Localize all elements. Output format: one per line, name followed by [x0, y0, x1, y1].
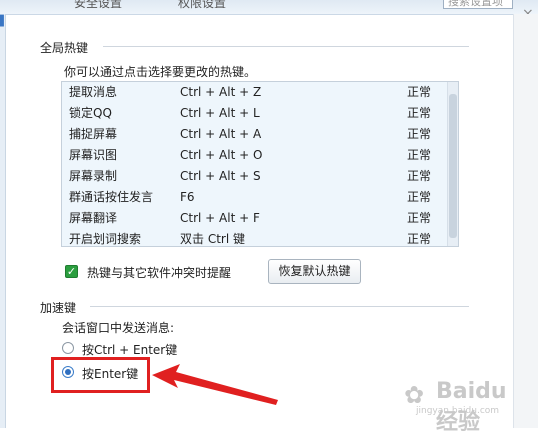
hotkey-key: 双击 Ctrl 键	[180, 232, 245, 246]
tab-security[interactable]: 安全设置	[74, 0, 122, 11]
table-row[interactable]: 锁定QQ Ctrl + Alt + L 正常	[62, 103, 448, 124]
right-panel-edge	[513, 14, 538, 428]
nav-edge-icon: ▌	[0, 16, 8, 27]
conflict-reminder-checkbox[interactable]: ✓	[65, 265, 78, 278]
hotkey-key: Ctrl + Alt + O	[180, 148, 263, 162]
watermark-subtext: jingyan.baidu.com	[416, 406, 500, 416]
table-row[interactable]: 捕捉屏幕 Ctrl + Alt + A 正常	[62, 124, 448, 145]
highlight-box	[51, 357, 150, 393]
paw-icon: ✿	[404, 381, 425, 409]
top-tab-strip: 安全设置 权限设置 搜索设置项	[0, 0, 538, 15]
scrollbar-thumb[interactable]	[449, 94, 457, 238]
hotkey-hint: 你可以通过点击选择要更改的热键。	[64, 65, 257, 79]
hotkey-name: 屏幕录制	[69, 169, 118, 183]
hotkey-name: 群通话按住发言	[69, 190, 154, 204]
hotkey-key: Ctrl + Alt + F	[180, 211, 260, 225]
tab-permissions[interactable]: 权限设置	[178, 0, 226, 11]
hotkey-status: 正常	[407, 211, 432, 225]
baidu-watermark: ✿ Baidu经验 jingyan.baidu.com	[404, 379, 514, 435]
list-scrollbar[interactable]	[447, 82, 458, 246]
settings-search-input[interactable]: 搜索设置项	[443, 0, 513, 9]
section-title-global-hotkeys: 全局热键	[40, 41, 89, 55]
conflict-reminder-label[interactable]: 热键与其它软件冲突时提醒	[87, 264, 231, 281]
hotkey-key: Ctrl + Alt + A	[180, 127, 262, 141]
hotkey-status: 正常	[407, 148, 432, 162]
hotkey-key: Ctrl + Alt + S	[180, 169, 261, 183]
hotkey-status: 正常	[407, 127, 432, 141]
table-row[interactable]: 屏幕录制 Ctrl + Alt + S 正常	[62, 166, 448, 187]
hotkey-name: 开启划词搜索	[69, 232, 142, 246]
send-message-hint: 会话窗口中发送消息:	[62, 321, 175, 335]
hotkey-name: 锁定QQ	[69, 106, 112, 120]
hotkey-status: 正常	[407, 169, 432, 183]
table-row[interactable]: 屏幕识图 Ctrl + Alt + O 正常	[62, 145, 448, 166]
hotkey-name: 提取消息	[69, 85, 118, 99]
hotkey-key: Ctrl + Alt + L	[180, 106, 260, 120]
table-row[interactable]: 群通话按住发言 F6 正常	[62, 187, 448, 208]
table-row[interactable]: 屏幕翻译 Ctrl + Alt + F 正常	[62, 208, 448, 229]
hotkey-key: Ctrl + Alt + Z	[180, 85, 262, 99]
ctrl-enter-radio[interactable]	[62, 342, 74, 354]
section-divider	[90, 306, 469, 307]
left-nav-edge: ▌	[0, 14, 8, 428]
hotkey-name: 屏幕识图	[69, 148, 118, 162]
hotkey-name: 捕捉屏幕	[69, 127, 118, 141]
arrow-icon	[152, 364, 278, 405]
hotkey-status: 正常	[407, 85, 432, 99]
hotkey-status: 正常	[407, 106, 432, 120]
table-row[interactable]: 提取消息 Ctrl + Alt + Z 正常	[62, 82, 448, 103]
section-title-accelerators: 加速键	[40, 301, 77, 315]
section-divider	[103, 46, 469, 47]
hotkey-key: F6	[180, 190, 195, 204]
hotkey-status: 正常	[407, 190, 432, 204]
hotkey-status: 正常	[407, 232, 432, 246]
hotkey-list: 提取消息 Ctrl + Alt + Z 正常 锁定QQ Ctrl + Alt +…	[61, 81, 459, 247]
hotkey-name: 屏幕翻译	[69, 211, 118, 225]
table-row[interactable]: 开启划词搜索 双击 Ctrl 键 正常	[62, 229, 448, 246]
restore-default-hotkeys-button[interactable]: 恢复默认热键	[268, 259, 361, 284]
ctrl-enter-label[interactable]: 按Ctrl + Enter键	[82, 341, 177, 358]
check-icon: ✓	[66, 265, 77, 278]
